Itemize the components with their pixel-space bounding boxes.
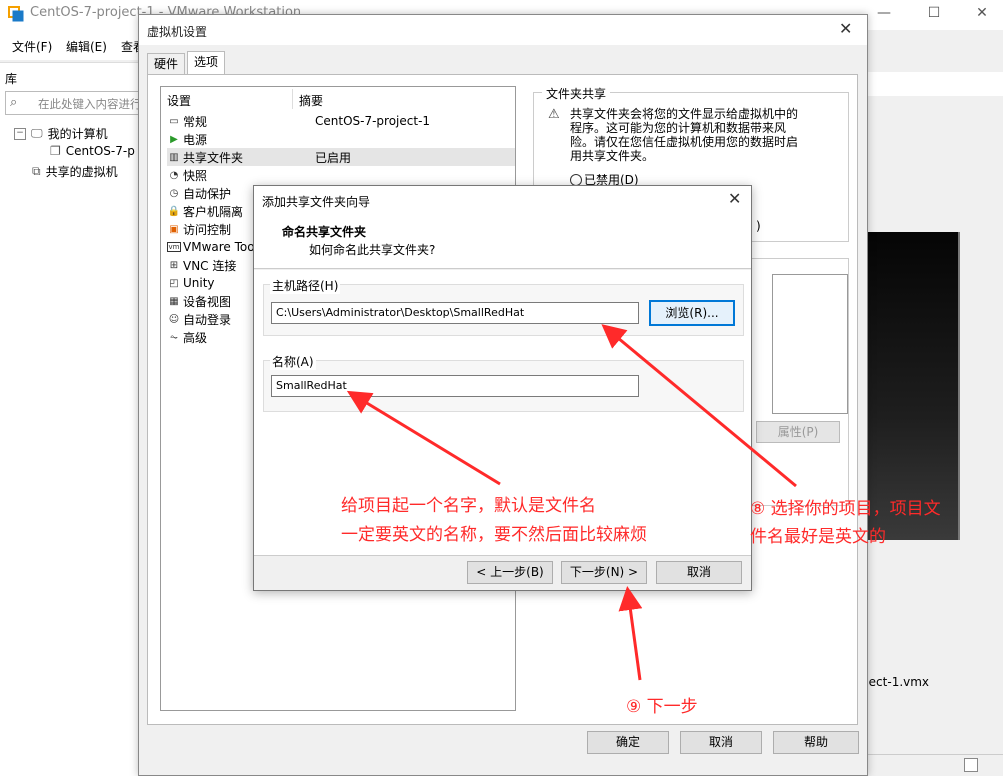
back-button[interactable]: < 上一步(B) [467, 561, 553, 584]
library-title: 库 [5, 72, 18, 86]
share-name-input[interactable]: SmallRedHat [271, 375, 639, 397]
annotation-step8-line1: ⑧ 选择你的项目，项目文 [750, 499, 941, 519]
annotation-name-line1: 给项目起一个名字，默认是文件名 [341, 496, 596, 516]
status-bar [868, 754, 1003, 776]
folders-list[interactable] [772, 274, 848, 414]
wizard-close-icon[interactable]: ✕ [728, 189, 741, 208]
vmware-tools-icon: vm [167, 242, 181, 252]
wizard-heading: 命名共享文件夹 [282, 225, 367, 239]
settings-item-power[interactable]: ▶ 电源 [167, 130, 515, 148]
autoprotect-icon: ◷ [169, 187, 179, 199]
close-window-button[interactable]: ✕ [962, 2, 1002, 26]
collapse-icon[interactable]: − [14, 127, 26, 140]
vmware-app-icon [8, 6, 24, 22]
next-button[interactable]: 下一步(N) > [561, 561, 647, 584]
radio-icon[interactable] [570, 173, 582, 186]
tree-vm-label: CentOS-7-p [65, 144, 135, 158]
annotation-step9: ⑨ 下一步 [626, 697, 698, 717]
computer-icon: 🖵 [31, 126, 43, 140]
device-view-icon: ▦ [169, 295, 179, 307]
vnc-icon: ⊞ [169, 259, 179, 271]
tree-shared-vms-label: 共享的虚拟机 [45, 165, 118, 179]
settings-item-shared-folders[interactable]: ▥ 共享文件夹 已启用 [167, 148, 515, 166]
settings-item-general[interactable]: ▭ 常规 CentOS-7-project-1 [167, 112, 515, 130]
settings-item-summary: CentOS-7-project-1 [315, 114, 431, 128]
wizard-title: 添加共享文件夹向导 [262, 195, 371, 209]
folder-sharing-warning: 共享文件夹会将您的文件显示给虚拟机中的程序。这可能为您的计算机和数据带来风险。请… [570, 107, 799, 163]
status-resize-icon [964, 758, 978, 772]
library-search-input[interactable]: ⌕ 在此处键入内容进行 [5, 91, 145, 115]
browse-button[interactable]: 浏览(R)... [649, 300, 735, 326]
unity-icon: ◰ [169, 277, 179, 289]
vmx-file-path: oject-1.vmx [858, 675, 930, 689]
settings-item-snapshots[interactable]: ◔ 快照 [167, 166, 515, 184]
search-placeholder: 在此处键入内容进行 [38, 97, 142, 111]
settings-title: 虚拟机设置 [147, 25, 208, 39]
settings-cancel-button[interactable]: 取消 [680, 731, 762, 754]
tab-hardware[interactable]: 硬件 [147, 53, 186, 75]
host-path-input[interactable]: C:\Users\Administrator\Desktop\SmallRedH… [271, 302, 639, 324]
tree-vm-item[interactable]: ❐ CentOS-7-p [50, 144, 135, 158]
shared-vm-icon: ⧉ [32, 164, 41, 178]
name-label: 名称(A) [270, 353, 316, 370]
library-panel: 库 ⌕ 在此处键入内容进行 − 🖵 我的计算机 ❐ CentOS-7-p ⧉ 共… [0, 62, 145, 776]
tree-shared-vms[interactable]: ⧉ 共享的虚拟机 [32, 163, 118, 180]
search-icon: ⌕ [10, 95, 18, 110]
properties-button[interactable]: 属性(P) [756, 421, 840, 443]
access-control-icon: ▣ [169, 223, 179, 235]
settings-titlebar: 虚拟机设置 ✕ [139, 15, 867, 45]
snapshot-icon: ◔ [169, 169, 179, 181]
folder-sharing-title: 文件夹共享 [542, 85, 611, 102]
vm-tab-strip [868, 72, 1003, 96]
settings-item-label: 快照 [183, 168, 208, 183]
wizard-titlebar: 添加共享文件夹向导 ✕ [254, 186, 751, 214]
wizard-cancel-button[interactable]: 取消 [656, 561, 742, 584]
autologin-icon: ☺ [168, 313, 180, 325]
wizard-subheading: 如何命名此共享文件夹? [309, 243, 436, 257]
host-path-label: 主机路径(H) [270, 277, 341, 294]
tree-my-computer[interactable]: − 🖵 我的计算机 [14, 125, 108, 142]
host-path-group: 主机路径(H) C:\Users\Administrator\Desktop\S… [263, 277, 744, 336]
settings-close-icon[interactable]: ✕ [839, 19, 852, 38]
advanced-icon: ⏦ [169, 331, 179, 343]
annotation-name-line2: 一定要英文的名称，要不然后面比较麻烦 [341, 525, 647, 545]
wizard-header: 命名共享文件夹 如何命名此共享文件夹? [254, 214, 751, 269]
shared-folder-icon: ▥ [169, 151, 179, 163]
power-icon: ▶ [170, 133, 178, 145]
tab-options[interactable]: 选项 [187, 51, 226, 75]
list-header-separator [292, 89, 293, 109]
tree-my-computer-label: 我的计算机 [47, 127, 108, 141]
settings-item-label: 电源 [183, 132, 208, 147]
settings-item-label: 共享文件夹 [183, 150, 244, 165]
settings-item-summary: 已启用 [315, 150, 352, 165]
list-header-setting: 设置 [167, 94, 192, 108]
ok-button[interactable]: 确定 [587, 731, 669, 754]
settings-item-label: 常规 [183, 114, 208, 129]
annotation-step8-line2: 件名最好是英文的 [750, 527, 886, 547]
warning-icon: ⚠ [548, 107, 560, 122]
list-header-summary: 摘要 [299, 94, 324, 108]
minimize-button[interactable]: — [864, 2, 904, 26]
isolation-icon: 🔒 [167, 205, 181, 217]
menubar: 文件(F) 编辑(E) 查看 [0, 30, 145, 60]
wizard-separator [254, 555, 751, 556]
menu-edit[interactable]: 编辑(E) [66, 38, 107, 55]
help-button[interactable]: 帮助 [773, 731, 859, 754]
hidden-option-fragment: ) [756, 219, 761, 233]
general-icon: ▭ [169, 115, 179, 127]
menu-file[interactable]: 文件(F) [12, 38, 52, 55]
vm-icon: ❐ [50, 144, 61, 158]
maximize-button[interactable]: ☐ [914, 2, 954, 26]
vm-console-preview [868, 232, 960, 540]
name-group: 名称(A) SmallRedHat [263, 353, 744, 412]
